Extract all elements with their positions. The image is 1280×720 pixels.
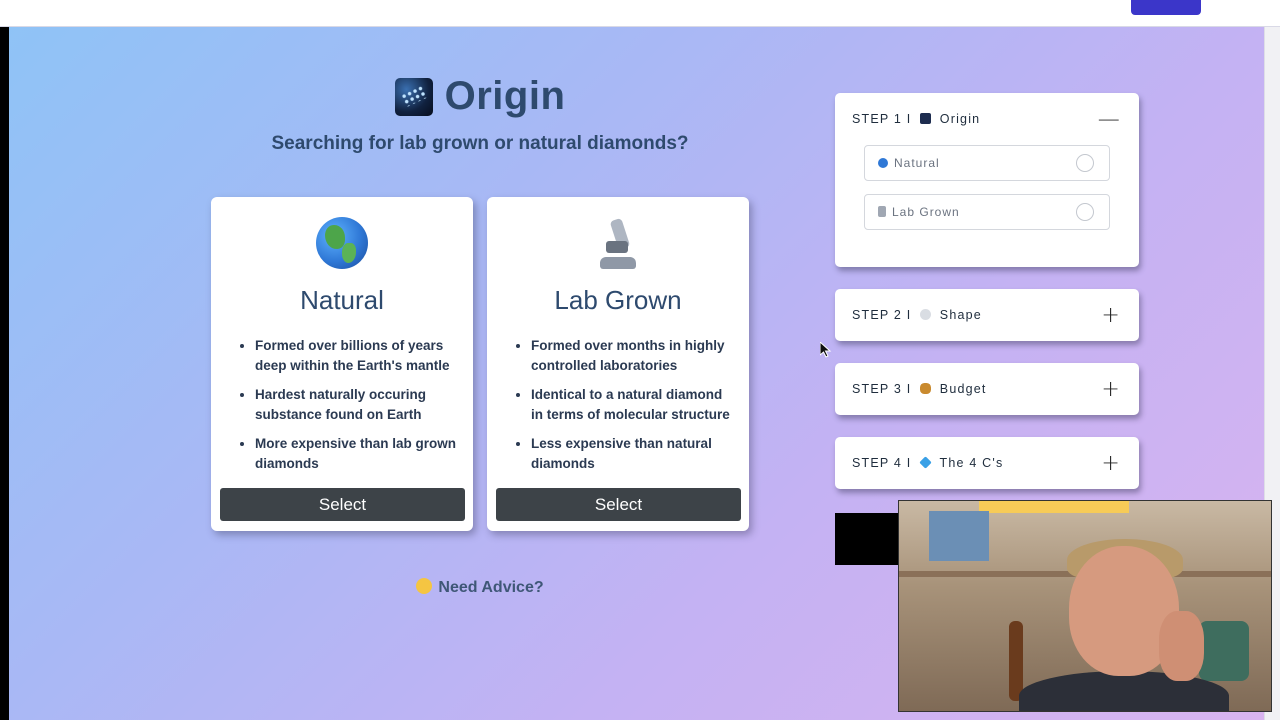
step-name: Shape	[939, 308, 982, 322]
card-points: Formed over months in highly controlled …	[487, 336, 749, 474]
card-point: Identical to a natural diamond in terms …	[531, 385, 733, 425]
expand-icon[interactable]: +	[1101, 451, 1121, 476]
money-bag-icon	[920, 383, 932, 394]
option-lab-grown[interactable]: Lab Grown	[864, 194, 1110, 230]
card-point: Hardest naturally occuring substance fou…	[255, 385, 457, 425]
expand-icon[interactable]: +	[1101, 303, 1121, 328]
step-1-panel: STEP 1 I Origin — Natural Lab Grown	[835, 93, 1139, 267]
expand-icon[interactable]: +	[1101, 377, 1121, 402]
step-prefix: STEP 4 I	[852, 456, 912, 470]
microscope-icon	[878, 206, 886, 217]
webcam-overlay	[898, 500, 1272, 712]
page-title: Origin	[444, 74, 566, 118]
milky-way-icon	[394, 77, 433, 116]
ring-icon	[920, 309, 932, 320]
page-subtitle: Searching for lab grown or natural diamo…	[271, 133, 689, 154]
option-label: Natural	[894, 156, 940, 170]
step-2-panel[interactable]: STEP 2 I Shape +	[835, 289, 1139, 341]
card-title: Lab Grown	[554, 285, 682, 315]
step-prefix: STEP 1 I	[852, 112, 912, 126]
top-bar-button[interactable]	[1131, 0, 1201, 15]
origin-heading: Origin Searching for lab grown or natura…	[9, 74, 951, 155]
lab-grown-card[interactable]: Lab Grown Formed over months in highly c…	[487, 197, 749, 531]
microscope-icon	[596, 217, 640, 271]
step-3-header[interactable]: STEP 3 I Budget +	[835, 363, 1139, 415]
top-bar	[0, 0, 1280, 27]
step-3-panel[interactable]: STEP 3 I Budget +	[835, 363, 1139, 415]
natural-radio[interactable]	[1076, 154, 1094, 172]
step-prefix: STEP 3 I	[852, 382, 912, 396]
select-lab-grown-button[interactable]: Select	[496, 488, 741, 521]
select-natural-button[interactable]: Select	[220, 488, 465, 521]
step-1-header[interactable]: STEP 1 I Origin —	[835, 93, 1139, 145]
step-4-header[interactable]: STEP 4 I The 4 C's +	[835, 437, 1139, 489]
step-2-header[interactable]: STEP 2 I Shape +	[835, 289, 1139, 341]
advisor-icon	[416, 578, 433, 594]
card-title: Natural	[300, 285, 384, 315]
globe-americas-icon	[316, 217, 368, 269]
card-point: Formed over billions of years deep withi…	[255, 336, 457, 376]
black-overlay	[835, 513, 899, 565]
step-4-panel[interactable]: STEP 4 I The 4 C's +	[835, 437, 1139, 489]
step-prefix: STEP 2 I	[852, 308, 912, 322]
collapse-icon[interactable]: —	[1098, 107, 1121, 132]
card-point: Formed over months in highly controlled …	[531, 336, 733, 376]
need-advice-label: Need Advice?	[438, 579, 544, 596]
option-label: Lab Grown	[892, 205, 960, 219]
card-points: Formed over billions of years deep withi…	[211, 336, 473, 474]
step-name: Origin	[939, 112, 981, 126]
option-natural[interactable]: Natural	[864, 145, 1110, 181]
card-point: Less expensive than natural diamonds	[531, 434, 733, 474]
natural-card[interactable]: Natural Formed over billions of years de…	[211, 197, 473, 531]
globe-icon	[878, 158, 888, 168]
gem-icon	[919, 456, 932, 469]
milky-way-icon	[920, 113, 932, 124]
lab-grown-radio[interactable]	[1076, 203, 1094, 221]
card-point: More expensive than lab grown diamonds	[255, 434, 457, 474]
need-advice-link[interactable]: Need Advice?	[9, 578, 951, 597]
step-name: The 4 C's	[939, 456, 1004, 470]
mouse-cursor-icon	[819, 340, 832, 363]
step-name: Budget	[939, 382, 987, 396]
